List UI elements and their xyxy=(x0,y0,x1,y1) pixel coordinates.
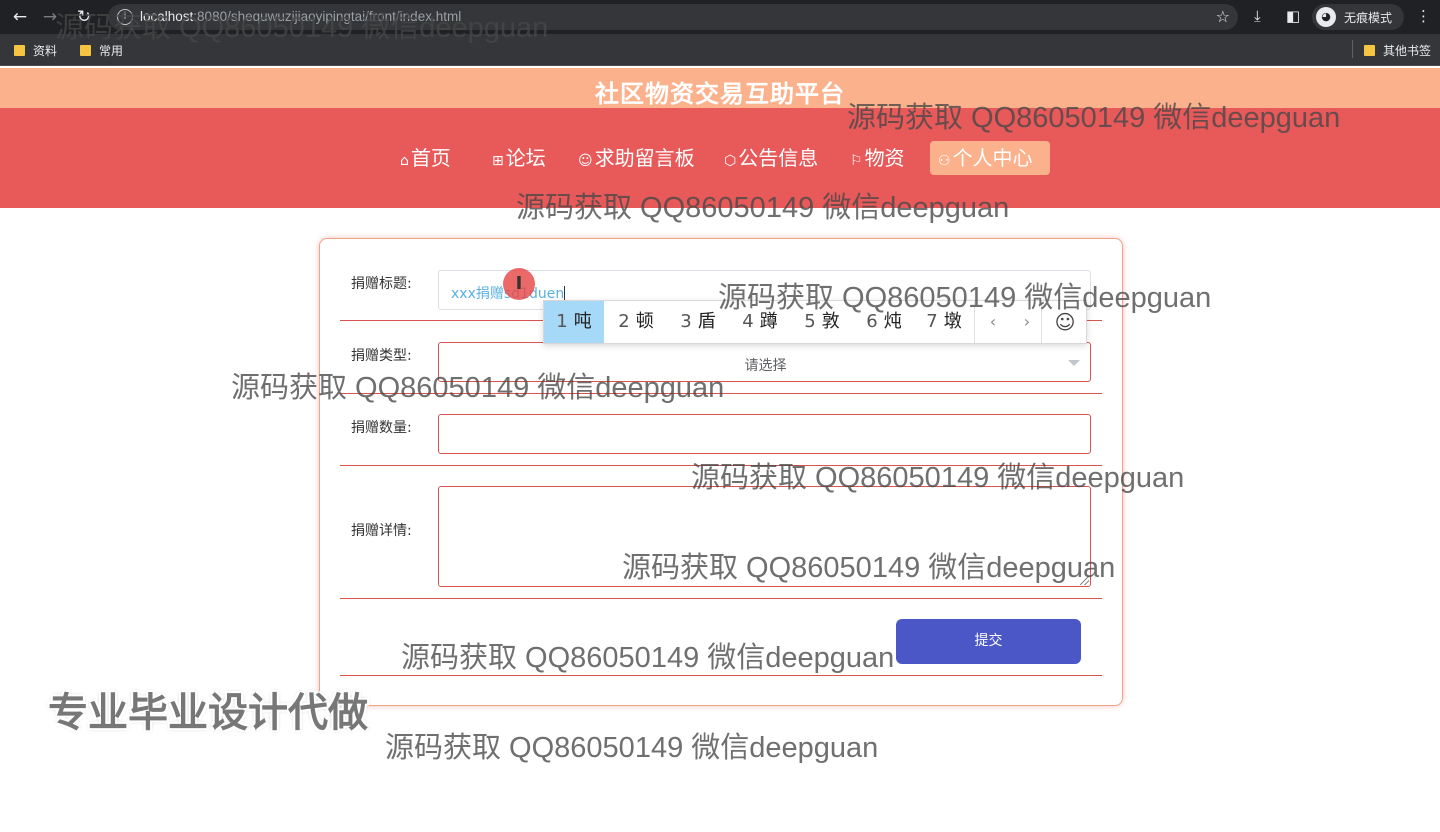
bookmark-star-icon[interactable]: ☆ xyxy=(1216,7,1230,26)
home-icon: ⌂ xyxy=(400,153,409,169)
watermark-text: 源码获取 QQ86050149 微信deepguan xyxy=(55,12,549,44)
title-label: 捐赠标题: xyxy=(351,276,412,292)
mouse-cursor-highlight: I xyxy=(503,268,535,300)
watermark-text: 源码获取 QQ86050149 微信deepguan xyxy=(691,462,1185,494)
incognito-label: 无痕模式 xyxy=(1344,11,1393,25)
folder-icon xyxy=(80,45,91,56)
nav-item-materials[interactable]: ⚐ 物资 xyxy=(842,141,913,175)
folder-icon xyxy=(14,45,25,56)
watermark-text: 源码获取 QQ86050149 微信deepguan xyxy=(847,102,1341,134)
ime-candidate[interactable]: 2顿 xyxy=(606,301,666,343)
slogan-overlay: 专业毕业设计代做 xyxy=(48,690,368,736)
incognito-badge[interactable]: ◕ 无痕模式 xyxy=(1312,4,1404,30)
nav-item-home[interactable]: ⌂ 首页 xyxy=(392,141,459,175)
watermark-text: 源码获取 QQ86050149 微信deepguan xyxy=(718,282,1212,314)
quantity-label: 捐赠数量: xyxy=(351,420,412,436)
watermark-text: 源码获取 QQ86050149 微信deepguan xyxy=(516,192,1010,224)
bookmark-folder-other[interactable]: 其他书签 xyxy=(1364,42,1431,59)
menu-kebab-icon[interactable]: ⋮ xyxy=(1416,7,1431,25)
text-caret xyxy=(564,286,566,300)
cube-icon: ⬡ xyxy=(724,153,737,169)
folder-icon xyxy=(1364,45,1375,56)
smile-icon: ☺ xyxy=(578,153,593,169)
submit-button[interactable]: 提交 xyxy=(896,619,1081,664)
flag-icon: ⚐ xyxy=(850,153,863,169)
nav-item-profile[interactable]: ⚇ 个人中心 xyxy=(930,141,1050,175)
user-icon: ⚇ xyxy=(938,153,951,169)
side-panel-icon[interactable]: ◧ xyxy=(1286,7,1300,25)
incognito-icon: ◕ xyxy=(1316,7,1336,27)
nav-item-announcements[interactable]: ⬡ 公告信息 xyxy=(716,141,826,175)
row-divider xyxy=(340,598,1102,599)
back-arrow-icon[interactable]: ← xyxy=(10,7,30,27)
dropdown-arrow-icon xyxy=(1068,360,1080,366)
watermark-text: 源码获取 QQ86050149 微信deepguan xyxy=(231,372,725,404)
gift-icon: ⊞ xyxy=(492,153,504,169)
type-label: 捐赠类型: xyxy=(351,348,412,364)
bookmark-folder-ziliao[interactable]: 资料 xyxy=(14,42,57,59)
download-icon[interactable]: ⤓ xyxy=(1254,7,1261,25)
watermark-text: 源码获取 QQ86050149 微信deepguan xyxy=(385,732,879,764)
ime-candidate[interactable]: 1吨 xyxy=(544,301,604,343)
text-cursor-icon: I xyxy=(515,273,523,294)
quantity-input[interactable] xyxy=(438,414,1091,454)
bookmarks-divider xyxy=(1352,40,1353,58)
nav-item-forum[interactable]: ⊞ 论坛 xyxy=(484,141,554,175)
detail-label: 捐赠详情: xyxy=(351,523,412,539)
watermark-text: 源码获取 QQ86050149 微信deepguan xyxy=(401,642,895,674)
watermark-text: 源码获取 QQ86050149 微信deepguan xyxy=(622,552,1116,584)
nav-item-help-board[interactable]: ☺ 求助留言板 xyxy=(570,141,703,175)
